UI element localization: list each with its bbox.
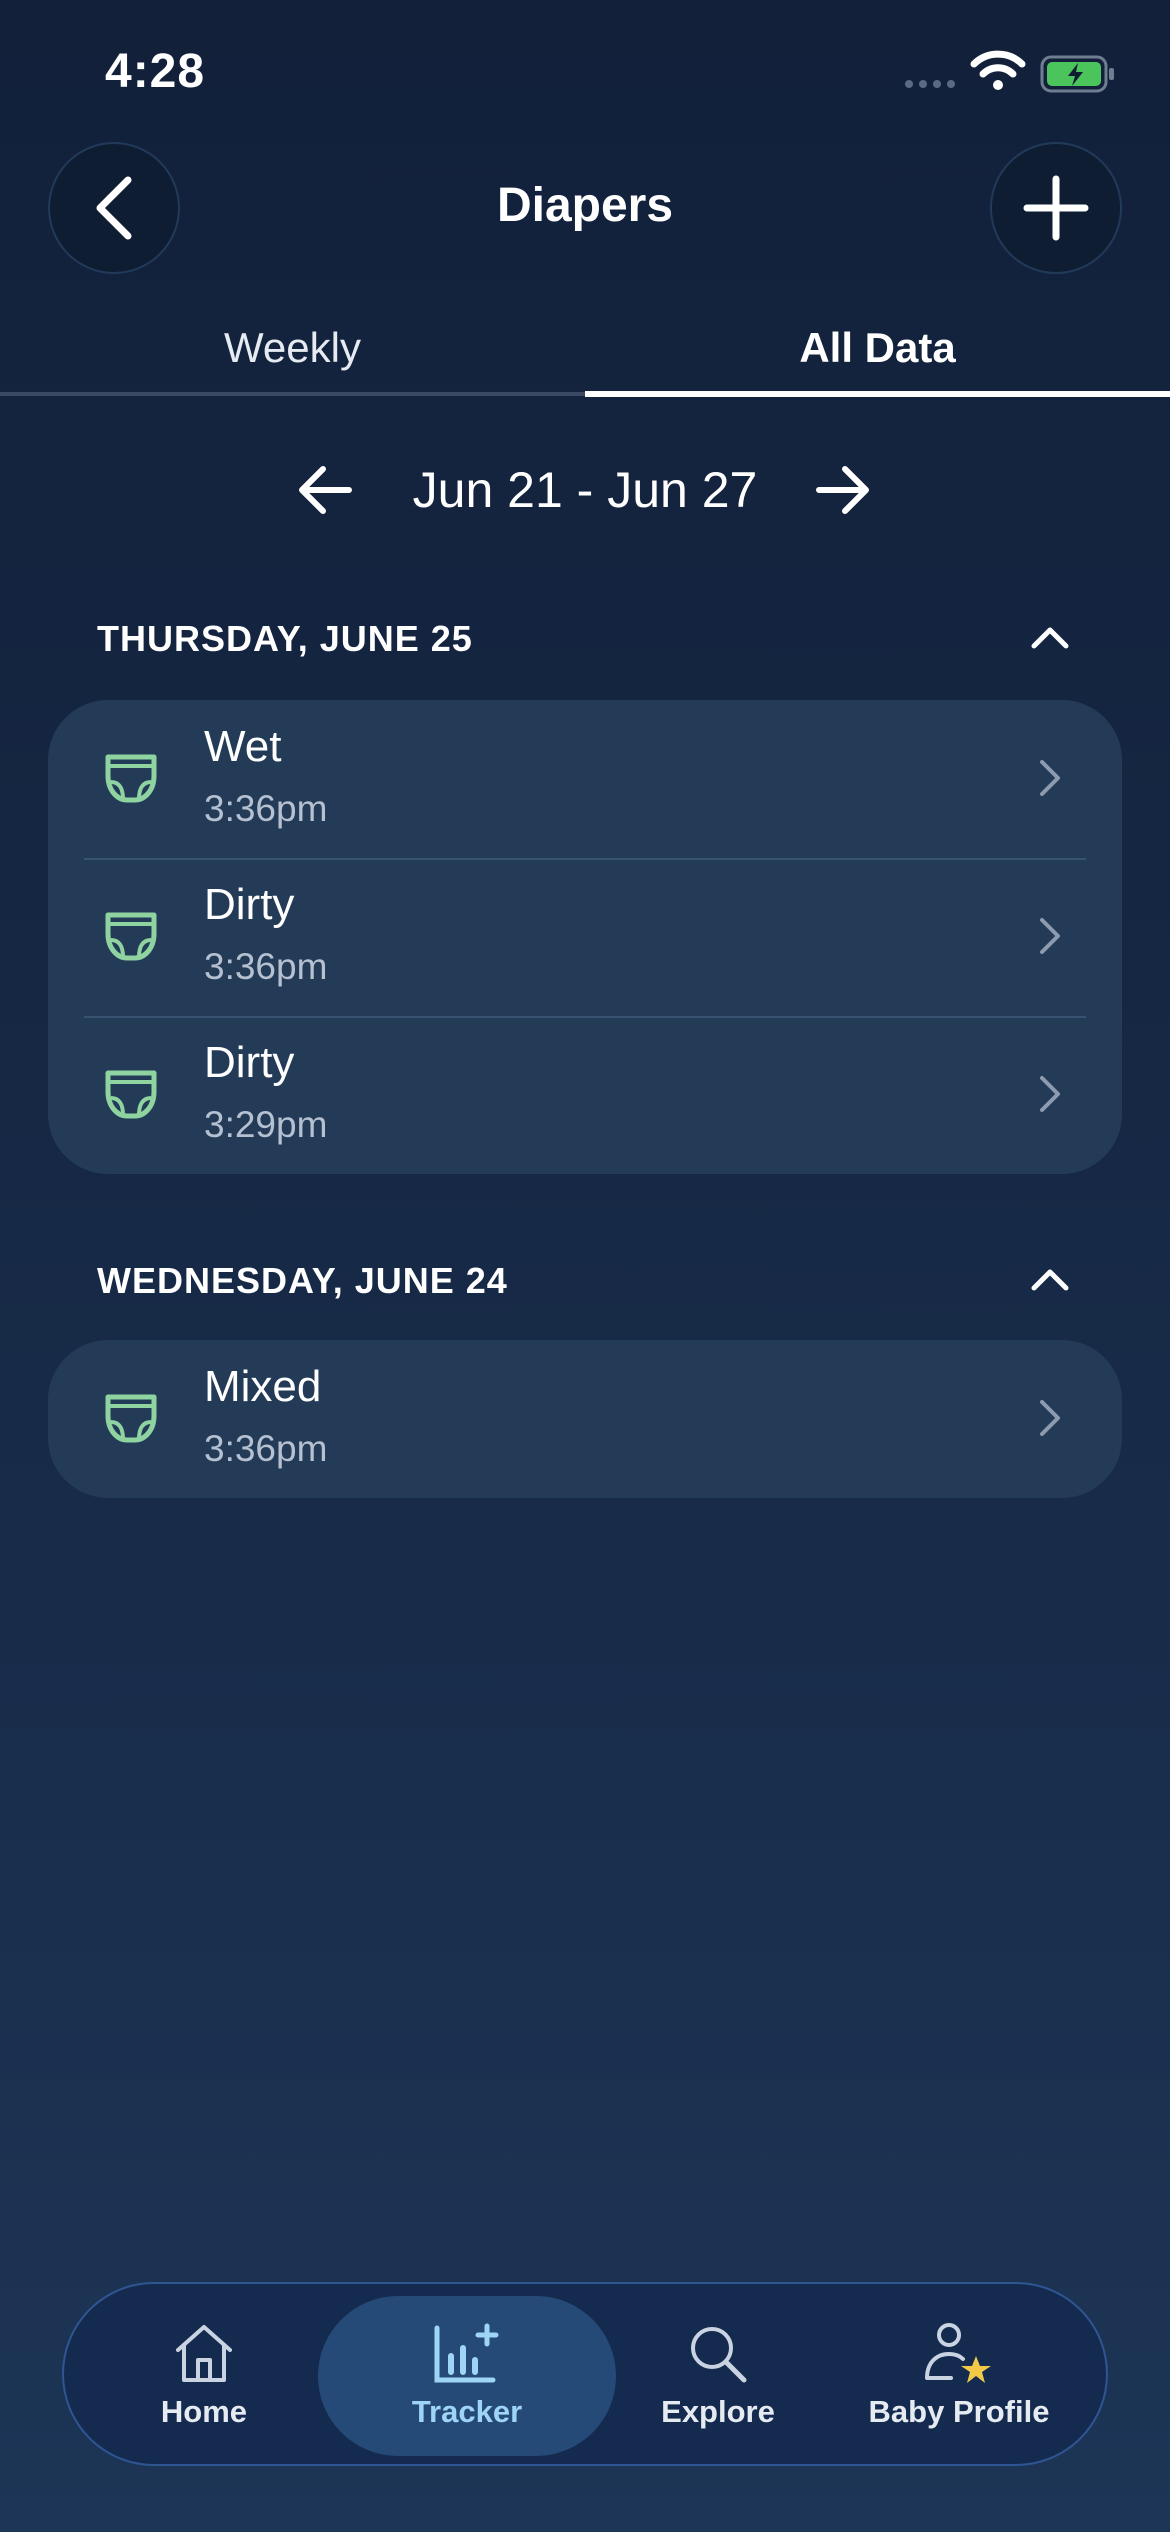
diaper-icon (105, 1070, 157, 1119)
chevron-right-icon (1040, 760, 1060, 796)
status-time: 4:28 (105, 45, 206, 98)
chevron-right-icon (1040, 918, 1060, 954)
nav-tracker[interactable]: Tracker (318, 2296, 616, 2456)
diaper-entry-row[interactable]: Wet 3:36pm (48, 700, 1122, 858)
diaper-entry-row[interactable]: Dirty 3:29pm (48, 1016, 1122, 1174)
entry-type: Wet (204, 722, 282, 771)
section-header-thursday: THURSDAY, JUNE 25 (97, 618, 473, 659)
chevron-right-icon (1040, 1400, 1060, 1436)
collapse-section-button[interactable] (1022, 618, 1078, 658)
diaper-icon (105, 912, 157, 961)
chevron-right-icon (1040, 1076, 1060, 1112)
arrow-right-icon (816, 466, 869, 514)
nav-home[interactable]: Home (124, 2284, 284, 2468)
entry-time: 3:36pm (204, 788, 328, 829)
chevron-up-icon (1031, 627, 1069, 649)
section-header-wednesday: WEDNESDAY, JUNE 24 (97, 1260, 508, 1301)
bottom-navigation: Home Tracker Explore Baby Profile (62, 2282, 1108, 2466)
home-icon (176, 2325, 232, 2382)
battery-charging-icon (1040, 55, 1114, 93)
week-range-label: Jun 21 - Jun 27 (412, 462, 758, 518)
search-icon (691, 2327, 747, 2383)
entry-type: Mixed (204, 1362, 322, 1411)
chevron-up-icon (1031, 1269, 1069, 1291)
status-bar: 4:28 (0, 0, 1170, 150)
tab-bar: Weekly All Data (0, 320, 1170, 400)
diaper-entries-card: Mixed 3:36pm (48, 1340, 1122, 1498)
tracker-icon (434, 2323, 499, 2383)
next-week-button[interactable] (808, 455, 878, 525)
nav-explore[interactable]: Explore (634, 2284, 802, 2468)
entry-time: 3:36pm (204, 1428, 328, 1469)
tab-all-data-underline (585, 391, 1170, 397)
entry-time: 3:29pm (204, 1104, 328, 1145)
entry-type: Dirty (204, 880, 295, 929)
wifi-icon (970, 50, 1026, 90)
nav-home-label: Home (160, 2394, 248, 2429)
diaper-entry-row[interactable]: Mixed 3:36pm (48, 1340, 1122, 1498)
tab-weekly[interactable]: Weekly (0, 320, 585, 400)
tab-all-data[interactable]: All Data (585, 320, 1170, 400)
baby-profile-icon (925, 2323, 991, 2383)
entry-time: 3:36pm (204, 946, 328, 987)
diaper-entries-card: Wet 3:36pm Dirty 3:36pm Dirty 3:29pm (48, 700, 1122, 1174)
entry-type: Dirty (204, 1038, 295, 1087)
week-navigator: Jun 21 - Jun 27 (0, 455, 1170, 525)
collapse-section-button[interactable] (1022, 1260, 1078, 1300)
tab-weekly-underline (0, 392, 585, 396)
nav-explore-label: Explore (661, 2394, 775, 2429)
nav-baby-profile[interactable]: Baby Profile (834, 2284, 1084, 2468)
diaper-icon (105, 1394, 157, 1443)
plus-icon (1023, 175, 1089, 241)
nav-baby-profile-label: Baby Profile (868, 2394, 1050, 2429)
cellular-signal-icon (905, 80, 955, 88)
diaper-entry-row[interactable]: Dirty 3:36pm (48, 858, 1122, 1016)
nav-tracker-label: Tracker (411, 2394, 523, 2429)
add-entry-button[interactable] (990, 142, 1122, 274)
diaper-icon (105, 754, 157, 803)
